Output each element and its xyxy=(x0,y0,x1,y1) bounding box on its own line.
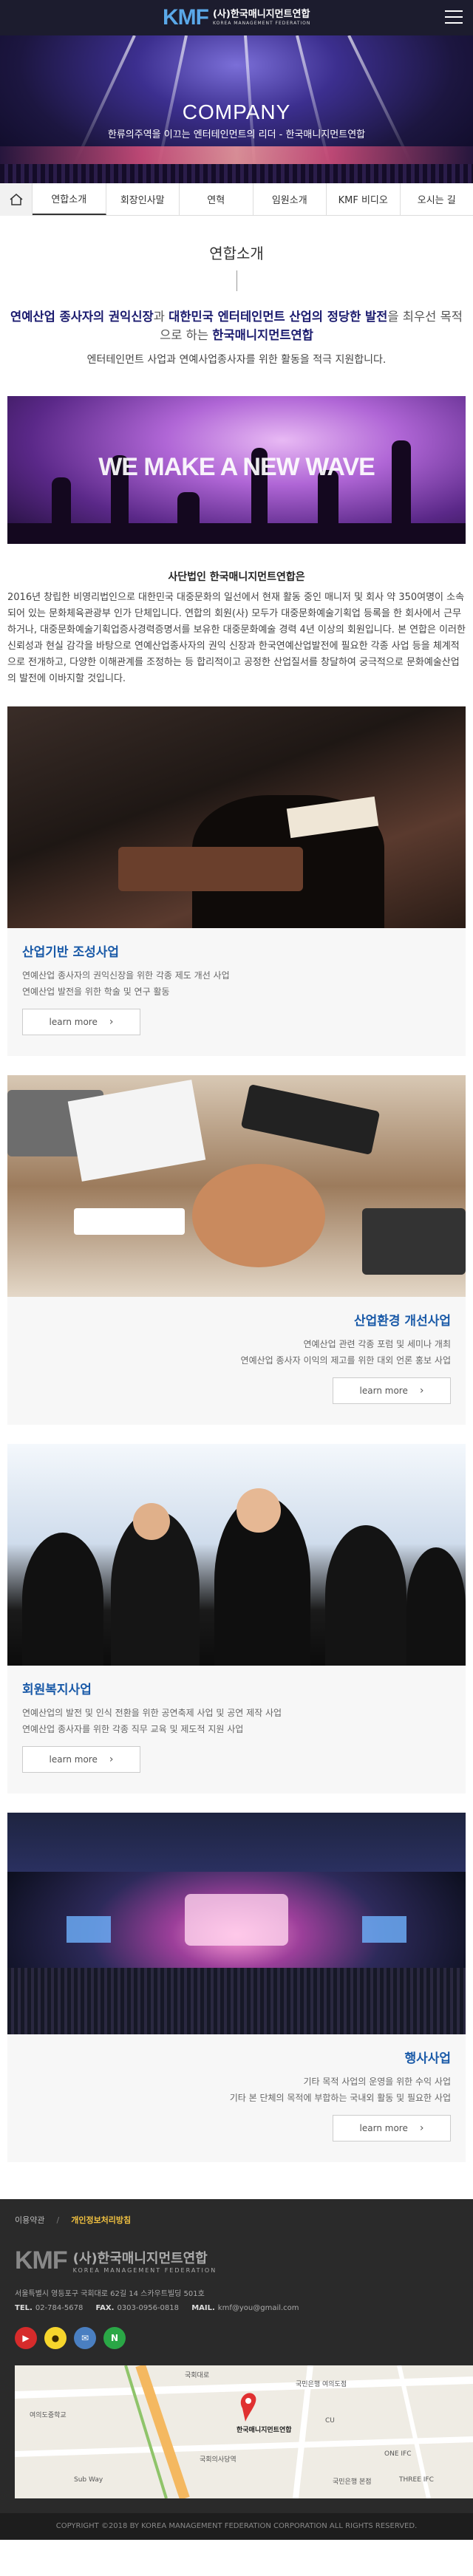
footer-logo-en: KOREA MANAGEMENT FEDERATION xyxy=(72,2267,217,2274)
card-2-learn-more-button[interactable]: learn more › xyxy=(333,1377,451,1404)
footer-contact: TEL. 02-784-5678 FAX. 0303-0956-0818 MAIL.… xyxy=(15,2304,458,2312)
chevron-right-icon: › xyxy=(109,1754,114,1765)
sub-navigation: 연합소개 회장인사말 연혁 임원소개 KMF 비디오 오시는 길 xyxy=(0,183,473,216)
card-4-line-2: 기타 본 단체의 목적에 부합하는 국내외 활동 및 필요한 사업 xyxy=(229,2093,451,2103)
map-label: 여의도중학교 xyxy=(30,2412,67,2419)
lead-emphasis-1: 연예산업 종사자의 권익신장 xyxy=(10,310,154,324)
site-header: KMF (사)한국매니지먼트연합 KOREA MANAGEMENT FEDERA… xyxy=(0,0,473,35)
hero-subtitle: 한류의주역을 이끄는 엔터테인먼트의 리더 - 한국매니지먼트연합 xyxy=(107,129,366,140)
card-3-learn-more-button[interactable]: learn more › xyxy=(22,1746,140,1773)
hero-title: COMPANY xyxy=(182,100,291,123)
copyright: COPYRIGHT ©2018 BY KOREA MANAGEMENT FEDE… xyxy=(0,2513,473,2540)
mail-value: kmf@you@gmail.com xyxy=(217,2304,299,2312)
sns-links: ▶ ● ✉ N xyxy=(15,2327,458,2349)
mail-icon[interactable]: ✉ xyxy=(74,2327,96,2349)
footer-logo-name: (사)한국매니지먼트연합 xyxy=(72,2251,208,2266)
wave-banner-text: WE MAKE A NEW WAVE xyxy=(98,453,375,481)
kakao-icon[interactable]: ● xyxy=(44,2327,67,2349)
business-card-1: 산업기반 조성사업 연예산업 종사자의 권익신장을 위한 각종 제도 개선 사업… xyxy=(7,706,466,1056)
logo-en: KOREA MANAGEMENT FEDERATION xyxy=(212,21,311,26)
intro-subline: 엔터테인먼트 사업과 연예사업종사자를 위한 활동을 적극 지원합니다. xyxy=(86,354,387,366)
card-2-line-1: 연예산업 관련 각종 포럼 및 세미나 개최 xyxy=(303,1339,451,1349)
org-heading: 사단법인 한국매니지먼트연합은 xyxy=(168,571,305,583)
location-map[interactable]: 국회대로 국민은행 여의도점 한국매니지먼트연합 국회의사당역 CU 여의도중학… xyxy=(15,2365,473,2498)
card-2-image xyxy=(7,1075,466,1297)
tab-greeting[interactable]: 회장인사말 xyxy=(106,183,180,215)
home-icon[interactable] xyxy=(0,183,33,216)
fax-value: 0303-0956-0818 xyxy=(117,2304,180,2312)
naver-icon[interactable]: N xyxy=(103,2327,126,2349)
tel-value: 02-784-5678 xyxy=(35,2304,84,2312)
card-2-title: 산업환경 개선사업 xyxy=(353,1314,451,1329)
logo-mark: KMF xyxy=(163,5,209,30)
lead-emphasis-3: 한국매니지먼트연합 xyxy=(212,328,313,342)
intro-lead: 연예산업 종사자의 권익신장과 대한민국 엔터테인먼트 산업의 정당한 발전을 … xyxy=(7,307,466,344)
chevron-right-icon: › xyxy=(419,2122,424,2134)
business-card-4: 행사사업 기타 목적 사업의 운영을 위한 수익 사업 기타 본 단체의 목적에… xyxy=(7,1813,466,2162)
tel-label: TEL. xyxy=(15,2304,33,2312)
map-label: THREE IFC xyxy=(399,2476,434,2484)
card-4-learn-more-button[interactable]: learn more › xyxy=(333,2115,451,2141)
chevron-right-icon: › xyxy=(419,1385,424,1397)
title-divider xyxy=(236,270,237,291)
map-label: 국회대로 xyxy=(185,2372,210,2379)
card-3-line-2: 연예산업 종사자를 위한 각종 직무 교육 및 제도적 지원 사업 xyxy=(22,1724,244,1734)
hero-banner: COMPANY 한류의주역을 이끄는 엔터테인먼트의 리더 - 한국매니지먼트연… xyxy=(0,35,473,183)
logo-name: (사)한국매니지먼트연합 xyxy=(212,9,310,20)
business-card-3: 회원복지사업 연예산업의 발전 및 인식 전환을 위한 공연축제 사업 및 공연… xyxy=(7,1444,466,1793)
card-1-line-1: 연예산업 종사자의 권익신장을 위한 각종 제도 개선 사업 xyxy=(22,970,230,981)
hamburger-menu-icon[interactable] xyxy=(445,10,463,25)
card-4-image xyxy=(7,1813,466,2034)
tab-executives[interactable]: 임원소개 xyxy=(253,183,327,215)
tab-history[interactable]: 연혁 xyxy=(180,183,253,215)
map-label: ONE IFC xyxy=(384,2450,412,2458)
card-2-button-label: learn more xyxy=(359,1386,408,1396)
map-label: Sub Way xyxy=(74,2476,103,2484)
page-title: 연합소개 xyxy=(209,245,264,262)
map-label: 국회의사당역 xyxy=(200,2456,236,2464)
card-4-title: 행사사업 xyxy=(404,2051,451,2066)
lead-emphasis-2: 대한민국 엔터테인먼트 산업의 정당한 발전 xyxy=(169,310,388,324)
org-description: 2016년 창립한 비영리법인으로 대한민국 대중문화의 일선에서 현재 활동 … xyxy=(7,592,466,684)
footer-address: 서울특별시 영등포구 국회대로 62길 14 스카우트빌딩 501호 xyxy=(15,2290,205,2298)
footer-logo: KMF (사)한국매니지먼트연합 KOREA MANAGEMENT FEDERA… xyxy=(15,2246,458,2275)
tab-intro[interactable]: 연합소개 xyxy=(33,183,106,215)
card-3-image xyxy=(7,1444,466,1666)
card-2-line-2: 연예산업 종사자 이익의 제고를 위한 대외 언론 홍보 사업 xyxy=(240,1355,451,1366)
map-label: 국민은행 여의도점 xyxy=(296,2381,347,2388)
card-3-title: 회원복지사업 xyxy=(22,1683,92,1697)
card-3-button-label: learn more xyxy=(49,1754,98,1765)
terms-link[interactable]: 이용약관 xyxy=(15,2214,44,2226)
youtube-icon[interactable]: ▶ xyxy=(15,2327,37,2349)
chevron-right-icon: › xyxy=(109,1016,114,1028)
tab-video[interactable]: KMF 비디오 xyxy=(327,183,401,215)
mail-label: MAIL. xyxy=(191,2304,215,2312)
card-4-line-1: 기타 목적 사업의 운영을 위한 수익 사업 xyxy=(303,2076,451,2087)
card-3-line-1: 연예산업의 발전 및 인식 전환을 위한 공연축제 사업 및 공연 제작 사업 xyxy=(22,1708,282,1718)
lead-text-1: 과 xyxy=(153,310,169,324)
privacy-link[interactable]: 개인정보처리방침 xyxy=(71,2214,131,2226)
card-1-learn-more-button[interactable]: learn more › xyxy=(22,1009,140,1035)
footer-logo-mark: KMF xyxy=(15,2246,68,2275)
card-4-button-label: learn more xyxy=(359,2123,408,2133)
map-label: 한국매니지먼트연합 xyxy=(236,2427,292,2434)
wave-banner-image: WE MAKE A NEW WAVE xyxy=(7,396,466,544)
site-logo[interactable]: KMF (사)한국매니지먼트연합 KOREA MANAGEMENT FEDERA… xyxy=(163,7,310,29)
card-1-line-2: 연예산업 발전을 위한 학술 및 연구 활동 xyxy=(22,987,170,997)
fax-label: FAX. xyxy=(95,2304,115,2312)
map-label: 국민은행 본점 xyxy=(333,2478,372,2486)
footer-separator: / xyxy=(56,2215,60,2225)
card-1-button-label: learn more xyxy=(49,1017,98,1027)
site-footer: 이용약관 / 개인정보처리방침 KMF (사)한국매니지먼트연합 KOREA M… xyxy=(0,2199,473,2513)
map-label: CU xyxy=(325,2417,335,2425)
card-1-image xyxy=(7,706,466,928)
card-1-title: 산업기반 조성사업 xyxy=(22,945,120,960)
tab-directions[interactable]: 오시는 길 xyxy=(401,183,473,215)
business-card-2: 산업환경 개선사업 연예산업 관련 각종 포럼 및 세미나 개최 연예산업 종사… xyxy=(7,1075,466,1425)
